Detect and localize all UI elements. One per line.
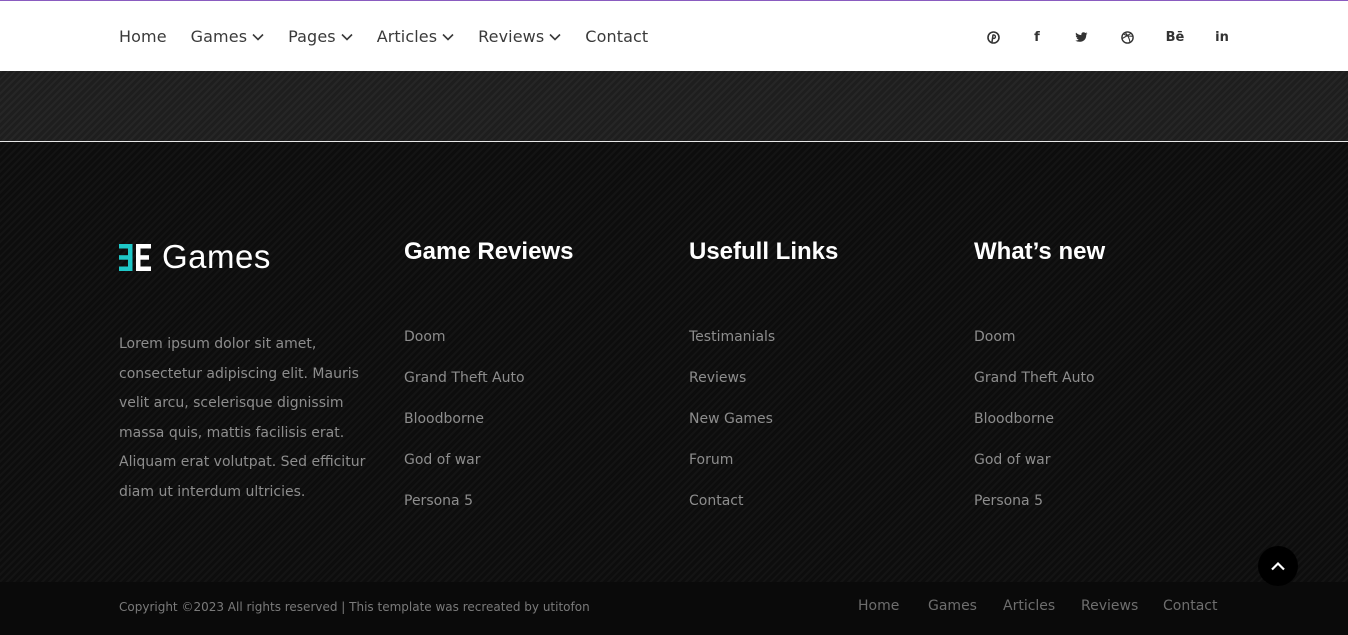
- chevron-down-icon: [341, 33, 353, 41]
- footer-column-title-game-reviews: Game Reviews: [404, 238, 574, 265]
- bottom-nav-games[interactable]: Games: [928, 598, 977, 614]
- footer-link[interactable]: Doom: [404, 327, 525, 368]
- facebook-icon[interactable]: f: [1031, 29, 1043, 45]
- footer-link[interactable]: Persona 5: [404, 491, 525, 532]
- footer-link[interactable]: God of war: [404, 450, 525, 491]
- footer-link[interactable]: New Games: [689, 409, 775, 450]
- chevron-down-icon: [442, 33, 454, 41]
- copyright-text: Copyright ©2023 All rights reserved | Th…: [119, 600, 590, 614]
- behance-icon[interactable]: Bē: [1165, 29, 1185, 45]
- nav-item-contact[interactable]: Contact: [585, 27, 648, 46]
- footer-link[interactable]: Doom: [974, 327, 1095, 368]
- chevron-up-icon: [1271, 561, 1285, 571]
- main-nav: Home Games Pages Articles Reviews Contac…: [119, 1, 672, 72]
- chevron-down-icon: [252, 33, 264, 41]
- bottom-nav-articles[interactable]: Articles: [1003, 598, 1055, 614]
- footer-about-text: Lorem ipsum dolor sit amet, consectetur …: [119, 336, 366, 500]
- footer-list-whats-new: Doom Grand Theft Auto Bloodborne God of …: [974, 327, 1095, 532]
- nav-item-articles[interactable]: Articles: [377, 27, 454, 46]
- footer-column-title-whats-new: What’s new: [974, 238, 1106, 265]
- pinterest-icon[interactable]: [986, 29, 1000, 45]
- nav-item-games[interactable]: Games: [191, 27, 264, 46]
- footer-link[interactable]: Grand Theft Auto: [404, 368, 525, 409]
- footer-list-useful-links: Testimanials Reviews New Games Forum Con…: [689, 327, 775, 532]
- bottom-nav-home[interactable]: Home: [858, 598, 899, 614]
- footer-link[interactable]: Testimanials: [689, 327, 775, 368]
- back-to-top-button[interactable]: [1258, 546, 1298, 586]
- footer-logo[interactable]: Games: [119, 238, 271, 276]
- top-navbar: Home Games Pages Articles Reviews Contac…: [0, 0, 1348, 71]
- footer-link[interactable]: Reviews: [689, 368, 775, 409]
- footer-link[interactable]: Bloodborne: [404, 409, 525, 450]
- footer-link[interactable]: Grand Theft Auto: [974, 368, 1095, 409]
- banner-strip: [0, 71, 1348, 141]
- footer-link[interactable]: Bloodborne: [974, 409, 1095, 450]
- dribbble-icon[interactable]: [1120, 29, 1134, 45]
- footer-link[interactable]: Contact: [689, 491, 775, 532]
- bottom-nav-contact[interactable]: Contact: [1163, 598, 1217, 614]
- footer-link[interactable]: God of war: [974, 450, 1095, 491]
- footer-link[interactable]: Persona 5: [974, 491, 1095, 532]
- linkedin-icon[interactable]: in: [1215, 29, 1229, 45]
- nav-item-home[interactable]: Home: [119, 27, 167, 46]
- footer-column-title-useful-links: Usefull Links: [689, 238, 839, 265]
- nav-item-reviews[interactable]: Reviews: [478, 27, 561, 46]
- bottom-nav-reviews[interactable]: Reviews: [1081, 598, 1138, 614]
- logo-mark-icon: [119, 243, 151, 271]
- footer-link[interactable]: Forum: [689, 450, 775, 491]
- twitter-icon[interactable]: [1074, 29, 1088, 45]
- nav-item-pages[interactable]: Pages: [288, 27, 353, 46]
- footer-list-game-reviews: Doom Grand Theft Auto Bloodborne God of …: [404, 327, 525, 532]
- chevron-down-icon: [549, 33, 561, 41]
- logo-text: Games: [162, 238, 271, 275]
